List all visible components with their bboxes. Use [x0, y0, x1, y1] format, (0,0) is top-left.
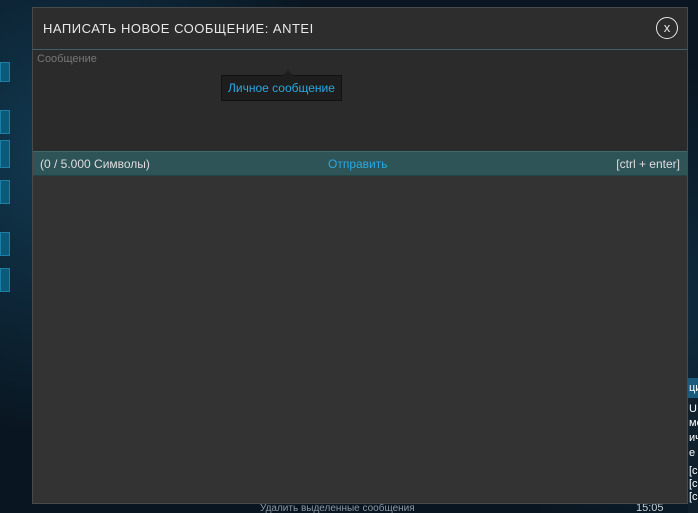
chat-panel-line: ци	[689, 382, 698, 394]
shortcut-hint: [ctrl + enter]	[616, 157, 680, 171]
delete-selected-messages-link[interactable]: Удалить выделенные сообщения	[260, 503, 470, 513]
message-area: Личное сообщение	[33, 50, 687, 151]
background-tile	[0, 62, 10, 82]
chat-panel-line: е	[689, 447, 696, 459]
tooltip: Личное сообщение	[221, 70, 342, 101]
chat-panel-line: [c	[689, 478, 698, 490]
chat-panel-line: [c	[689, 465, 698, 477]
dialog-body	[33, 176, 687, 503]
new-message-dialog: НАПИСАТЬ НОВОЕ СООБЩЕНИЕ: ANTEI x Личное…	[32, 7, 688, 504]
tooltip-text: Личное сообщение	[228, 81, 335, 95]
message-footer-bar: (0 / 5.000 Символы) Отправить [ctrl + en…	[33, 151, 687, 176]
chat-panel-line: U	[689, 403, 697, 415]
close-button[interactable]: x	[656, 17, 678, 39]
tooltip-arrow	[282, 70, 294, 76]
character-counter: (0 / 5.000 Символы)	[40, 157, 150, 171]
send-button[interactable]: Отправить	[328, 157, 388, 171]
background-tile	[0, 268, 10, 292]
background-tile	[0, 140, 10, 168]
background-tile	[0, 232, 10, 256]
dialog-title: НАПИСАТЬ НОВОЕ СООБЩЕНИЕ: ANTEI	[43, 21, 314, 36]
chat-panel-line: ич	[689, 432, 698, 444]
dialog-header: НАПИСАТЬ НОВОЕ СООБЩЕНИЕ: ANTEI x	[33, 8, 687, 50]
background-tile	[0, 180, 10, 204]
chat-panel-line: ме	[689, 417, 698, 429]
message-input[interactable]	[33, 50, 687, 151]
chat-panel-line: [c	[689, 491, 698, 503]
background-tile	[0, 110, 10, 134]
